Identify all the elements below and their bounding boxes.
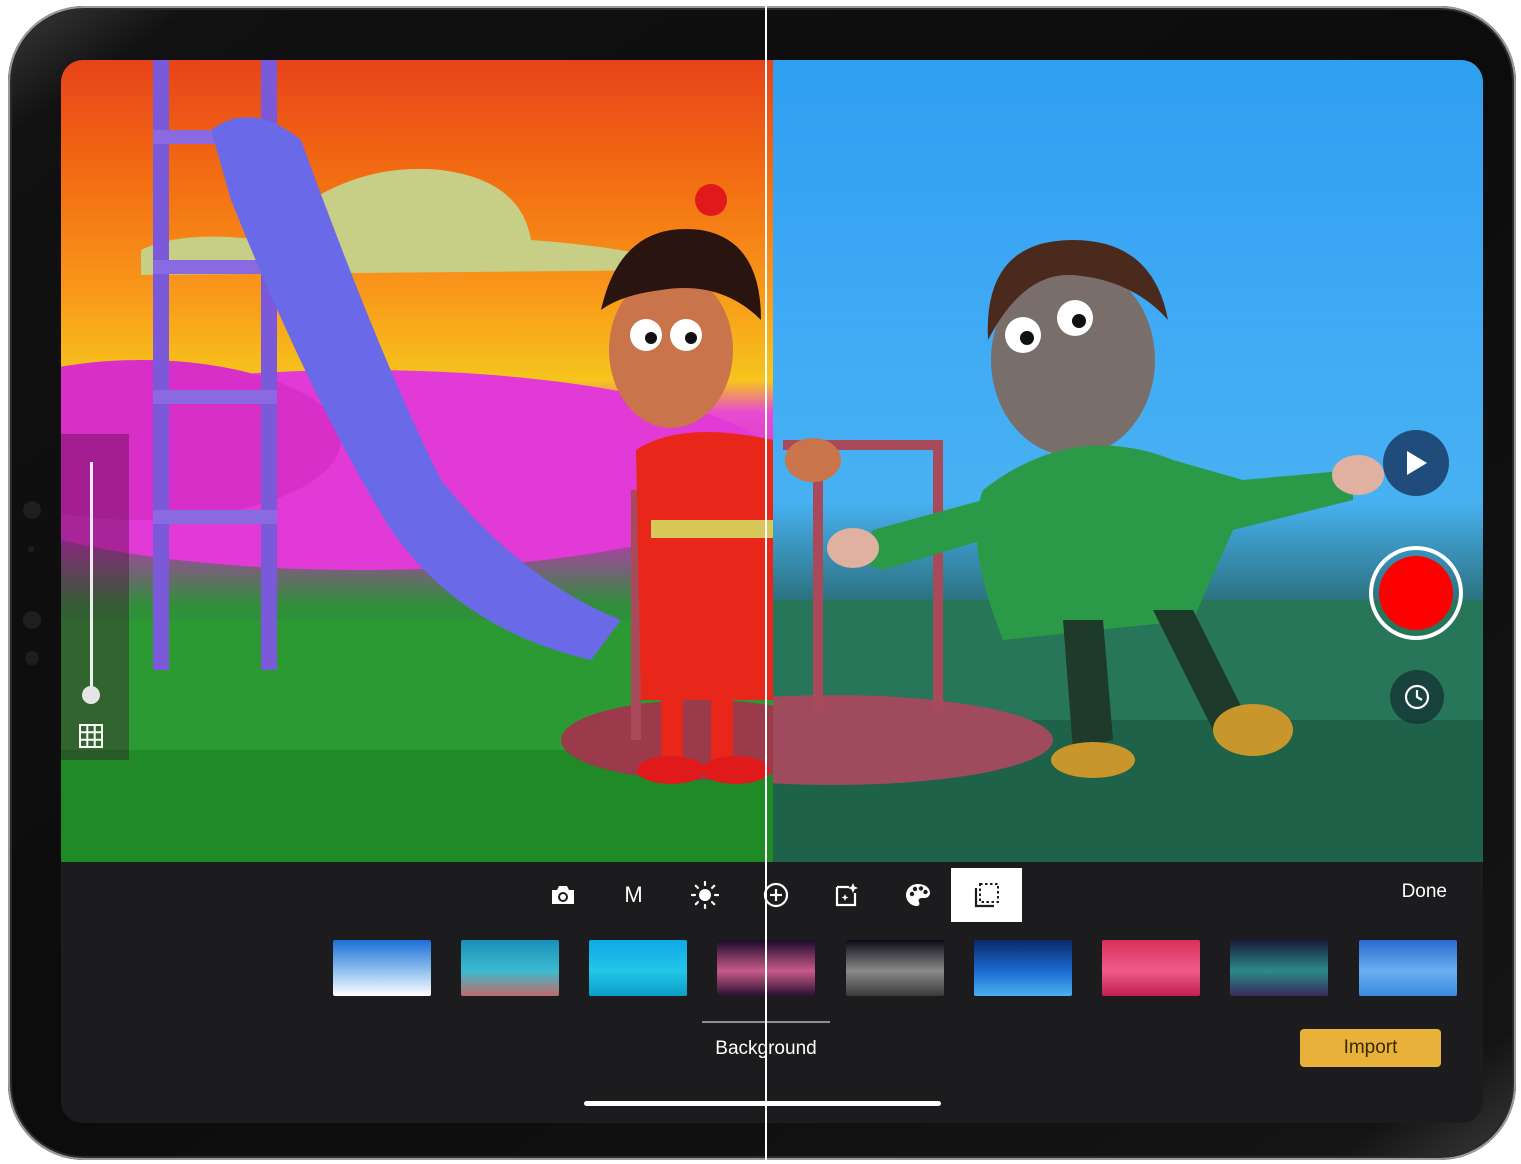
- exposure-panel: [61, 434, 129, 760]
- leg: [711, 700, 733, 760]
- play-icon: [1407, 451, 1427, 475]
- pupil: [1020, 331, 1034, 345]
- tool-palette[interactable]: [882, 868, 953, 922]
- play-button[interactable]: [1383, 430, 1449, 496]
- coral-reef-thumbnail[interactable]: [461, 940, 559, 996]
- blue-gradient-thumbnail[interactable]: [974, 940, 1072, 996]
- camera-icon: [551, 886, 574, 904]
- leg: [661, 700, 683, 760]
- boy-hand: [1332, 455, 1384, 495]
- nebula-thumbnail[interactable]: [1230, 940, 1328, 996]
- grid-icon[interactable]: [79, 724, 103, 748]
- green-screen-composite-preview: [61, 60, 841, 862]
- boy-hand: [827, 528, 879, 568]
- effects-icon: [835, 883, 858, 907]
- merry-go-round-bar: [933, 440, 943, 710]
- tool-background[interactable]: [951, 868, 1022, 922]
- tool-camera[interactable]: [527, 868, 598, 922]
- playground-scene-right: [613, 240, 1483, 862]
- before-after-divider: [765, 0, 767, 1164]
- ladder-rung: [153, 510, 277, 524]
- blue-pattern-thumbnail[interactable]: [1359, 940, 1457, 996]
- ocean-thumbnail[interactable]: [589, 940, 687, 996]
- clay-girl-dress: [636, 432, 773, 700]
- camera-viewfinder[interactable]: [61, 60, 1483, 862]
- timer-button[interactable]: [1390, 670, 1444, 724]
- tool-manual[interactable]: M: [598, 868, 669, 922]
- exposure-slider-knob[interactable]: [82, 686, 100, 704]
- record-dot: [1379, 556, 1453, 630]
- camera-original-preview: [613, 60, 1483, 862]
- sensor-dot: [23, 611, 41, 629]
- dress-stripe: [651, 520, 773, 538]
- tool-focus[interactable]: [740, 868, 811, 922]
- pupil: [1072, 314, 1086, 328]
- brightness-icon: [690, 881, 719, 909]
- home-indicator: [584, 1101, 941, 1106]
- palette-icon: [905, 884, 930, 906]
- playground-scene-left: [61, 60, 841, 862]
- slide-ladder: [153, 60, 169, 670]
- record-button[interactable]: [1369, 546, 1463, 640]
- sensor-dot: [28, 546, 34, 552]
- done-button[interactable]: Done: [1402, 881, 1447, 903]
- tool-effects[interactable]: [811, 868, 882, 922]
- clock-icon: [1404, 684, 1430, 710]
- tool-brightness[interactable]: [669, 868, 740, 922]
- shoe: [637, 756, 705, 784]
- manual-label: M: [624, 882, 643, 907]
- import-button[interactable]: Import: [1300, 1029, 1441, 1067]
- boy-shoe: [1213, 704, 1293, 756]
- girl-hand: [785, 438, 841, 482]
- moon-surface-thumbnail[interactable]: [846, 940, 944, 996]
- clay-cloud: [141, 168, 681, 275]
- pupil: [685, 332, 697, 344]
- ladder-rung: [153, 390, 277, 404]
- sky-clouds-thumbnail[interactable]: [333, 940, 431, 996]
- pink-bokeh-thumbnail[interactable]: [1102, 940, 1200, 996]
- hair-bow: [695, 184, 727, 216]
- pupil: [645, 332, 657, 344]
- merry-go-round-bar: [813, 480, 823, 710]
- front-camera: [23, 501, 41, 519]
- boy-shoe: [1051, 742, 1135, 778]
- sensor-dot: [25, 651, 39, 665]
- exposure-slider[interactable]: [90, 462, 93, 694]
- background-icon: [974, 883, 999, 908]
- shoe: [702, 756, 770, 784]
